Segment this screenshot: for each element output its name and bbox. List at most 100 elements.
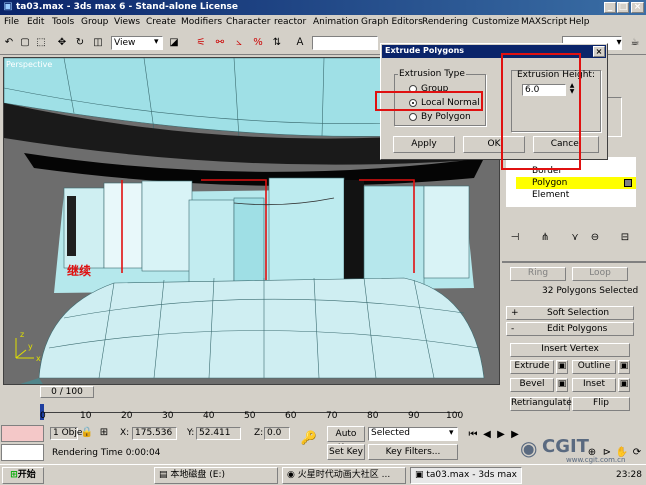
menu-rendering[interactable]: Rendering [422,17,468,27]
outline-settings-button[interactable]: ▣ [618,360,630,374]
selection-count-field: 1 Obje [50,427,82,440]
select-region-icon[interactable]: ⬚ [34,36,48,50]
named-selection-field[interactable] [312,36,378,50]
chevron-down-icon: ▾ [449,428,454,438]
start-button[interactable]: ⊞开始 [2,467,44,484]
menu-bar: File Edit Tools Group Views Create Modif… [0,15,646,31]
menu-reactor[interactable]: reactor [274,17,306,27]
ring-button[interactable]: Ring [510,267,566,281]
maxscript-listener[interactable] [1,425,44,442]
rotate-icon[interactable]: ↻ [73,36,87,50]
apply-button[interactable]: Apply [393,136,455,153]
annotation-text: 继续 [67,264,92,278]
coordinate-system-select[interactable]: View ▾ [111,36,163,50]
taskbar-item-local-disk[interactable]: ▤ 本地磁盘 (E:) [154,467,278,484]
configure-sets-icon[interactable]: ⊟ [618,231,632,245]
ruler-tick-label: 30 [162,411,174,421]
bevel-button[interactable]: Bevel [510,378,554,392]
auto-key-button[interactable]: Auto Key [327,426,365,453]
menu-modifiers[interactable]: Modifiers [181,17,222,27]
taskbar-item-3dsmax[interactable]: ▣ ta03.max - 3ds max 6 [410,467,522,484]
lock-icon[interactable]: 🔒 [80,426,94,440]
dialog-title: Extrude Polygons [385,46,465,55]
clock: 23:28 [616,470,642,480]
taskbar-item-hxsd[interactable]: ◉ 火星时代动画大社区 ... [282,467,406,484]
menu-animation[interactable]: Animation [313,17,359,27]
subobject-item-polygon[interactable]: Polygon [516,177,636,189]
viewport-label[interactable]: Perspective [6,60,52,69]
minimize-button[interactable]: _ [604,2,616,13]
bevel-settings-button[interactable]: ▣ [556,378,568,392]
outline-button[interactable]: Outline [572,360,616,374]
settings-box-icon: ▣ [557,379,567,389]
radio-by-polygon[interactable]: By Polygon [409,112,479,122]
show-end-result-icon[interactable]: ⋔ [538,231,552,245]
extrude-button[interactable]: Extrude [510,360,554,374]
window-title: ta03.max - 3ds max 6 - Stand-alone Licen… [16,2,238,12]
ruler-tick-label: 50 [244,411,256,421]
menu-edit[interactable]: Edit [27,17,44,27]
subobject-item-element[interactable]: Element [506,189,636,201]
key-selection-select[interactable]: Selected ▾ [368,427,458,441]
x-label: X: [120,428,130,438]
retriangulate-button[interactable]: Retriangulate [510,397,572,411]
dialog-close-button[interactable]: × [593,46,605,57]
highlight-box-local-normal [375,91,483,111]
menu-graph-editors[interactable]: Graph Editors [361,17,423,27]
play-icon[interactable]: ▶ [494,428,508,442]
menu-help[interactable]: Help [569,17,590,27]
menu-customize[interactable]: Customize [472,17,519,27]
go-to-start-icon[interactable]: ⏮ [466,428,480,442]
select-name-icon[interactable]: ▢ [18,36,32,50]
select-and-link-icon[interactable]: ⚟ [194,36,208,50]
menu-tools[interactable]: Tools [52,17,74,27]
collapse-icon: - [511,324,515,334]
inset-button[interactable]: Inset [572,378,616,392]
pin-stack-icon[interactable]: ⊣ [508,231,522,245]
y-coordinate-field[interactable]: 52.411 [196,427,241,440]
extrude-settings-button[interactable]: ▣ [556,360,568,374]
set-key-button[interactable]: Set Key [327,444,365,460]
x-coordinate-field[interactable]: 175.536 [132,427,177,440]
mirror-icon[interactable]: ⚯ [213,36,227,50]
move-icon[interactable]: ✥ [55,36,69,50]
time-slider[interactable]: 0 / 100 [0,386,500,398]
teapot-icon[interactable]: ☕ [628,36,642,50]
scale-icon[interactable]: ◫ [91,36,105,50]
loop-button[interactable]: Loop [572,267,628,281]
inset-settings-button[interactable]: ▣ [618,378,630,392]
pivot-icon[interactable]: ◪ [167,36,181,50]
menu-maxscript[interactable]: MAXScript [521,17,567,27]
menu-views[interactable]: Views [114,17,140,27]
chevron-down-icon[interactable]: ▾ [612,36,626,50]
absolute-mode-icon[interactable]: ⊞ [97,426,111,440]
angle-snap-icon[interactable]: ⦣ [232,36,246,50]
percent-snap-icon[interactable]: % [251,36,265,50]
undo-icon[interactable]: ↶ [2,36,16,50]
close-button[interactable]: × [631,2,644,13]
key-icon[interactable]: 🔑 [296,432,322,446]
title-bar: ▣ ta03.max - 3ds max 6 - Stand-alone Lic… [0,0,646,15]
flip-button[interactable]: Flip [572,397,630,411]
menu-create[interactable]: Create [146,17,176,27]
maximize-button[interactable]: □ [617,2,629,13]
menu-file[interactable]: File [4,17,19,27]
track-bar[interactable]: 0 10 20 30 40 50 60 70 80 90 100 [0,404,500,424]
x-axis-label: x [36,354,41,363]
edit-polygons-rollout[interactable]: - Edit Polygons [506,322,634,336]
app-icon: ▣ [415,470,424,480]
make-unique-icon[interactable]: ⋎ [568,231,582,245]
z-coordinate-field[interactable]: 0.0 [264,427,290,440]
menu-group[interactable]: Group [81,17,108,27]
previous-frame-icon[interactable]: ◀ [480,428,494,442]
spinner-snap-icon[interactable]: ⇅ [270,36,284,50]
maxscript-output[interactable] [1,444,44,461]
remove-modifier-icon[interactable]: ⊖ [588,231,602,245]
key-filters-button[interactable]: Key Filters... [368,444,458,460]
menu-character[interactable]: Character [226,17,270,27]
time-slider-thumb[interactable]: 0 / 100 [40,386,94,398]
insert-vertex-button[interactable]: Insert Vertex [510,343,630,357]
z-label: Z: [254,428,264,438]
named-selection-icon[interactable]: Ａ [293,36,307,50]
soft-selection-rollout[interactable]: + Soft Selection [506,306,634,320]
